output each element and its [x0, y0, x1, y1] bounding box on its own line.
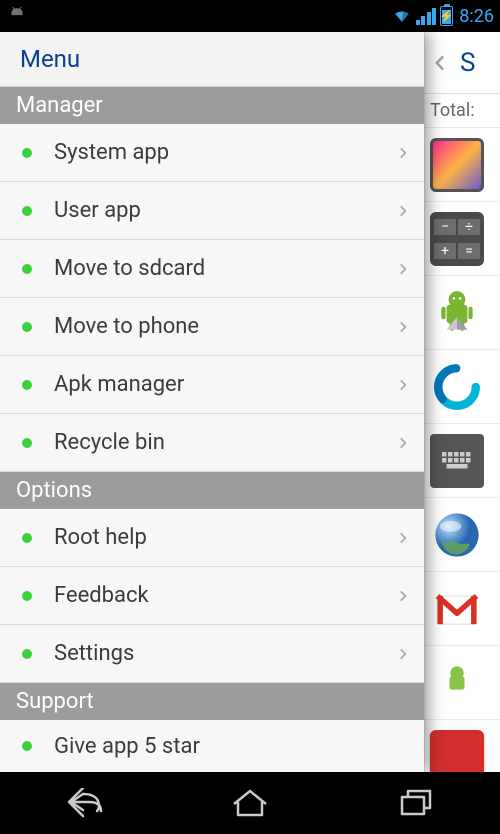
- chevron-right-icon: [396, 141, 410, 165]
- app-row[interactable]: [424, 424, 500, 498]
- app-row[interactable]: − ÷ + =: [424, 202, 500, 276]
- bullet-icon: [22, 148, 32, 158]
- main-title-letter: S: [460, 48, 475, 78]
- menu-label: Root help: [54, 525, 396, 550]
- chevron-right-icon: [396, 642, 410, 666]
- android-icon: [6, 5, 28, 27]
- app-list: − ÷ + =: [424, 128, 500, 772]
- app-icon-calculator: − ÷ + =: [430, 212, 484, 266]
- chevron-right-icon: [396, 584, 410, 608]
- menu-label: Give app 5 star: [54, 734, 410, 759]
- menu-item-feedback[interactable]: Feedback: [0, 567, 424, 625]
- section-header-options: Options: [0, 472, 424, 509]
- app-icon-android-small: [430, 656, 484, 710]
- main-panel-underlay: S Total: − ÷ + =: [424, 32, 500, 772]
- navigation-bar: [0, 772, 500, 834]
- app-row[interactable]: [424, 572, 500, 646]
- main-header: S: [424, 32, 500, 94]
- nav-home-icon: [230, 788, 270, 818]
- menu-item-move-to-sdcard[interactable]: Move to sdcard: [0, 240, 424, 298]
- menu-label: Recycle bin: [54, 430, 396, 455]
- menu-item-user-app[interactable]: User app: [0, 182, 424, 240]
- app-icon-earth: [430, 508, 484, 562]
- app-row[interactable]: [424, 276, 500, 350]
- chevron-right-icon: [396, 257, 410, 281]
- chevron-right-icon: [396, 315, 410, 339]
- wifi-icon: [392, 7, 412, 25]
- bullet-icon: [22, 741, 32, 751]
- chevron-right-icon: [396, 373, 410, 397]
- menu-label: Feedback: [54, 583, 396, 608]
- bullet-icon: [22, 533, 32, 543]
- app-icon-android-box: [430, 286, 484, 340]
- bullet-icon: [22, 264, 32, 274]
- bullet-icon: [22, 649, 32, 659]
- menu-label: Move to phone: [54, 314, 396, 339]
- drawer-title: Menu: [20, 45, 80, 73]
- app-row[interactable]: [424, 720, 500, 772]
- nav-back-icon: [61, 788, 105, 818]
- bullet-icon: [22, 438, 32, 448]
- menu-item-apk-manager[interactable]: Apk manager: [0, 356, 424, 414]
- app-row[interactable]: [424, 498, 500, 572]
- menu-item-move-to-phone[interactable]: Move to phone: [0, 298, 424, 356]
- app-row[interactable]: [424, 646, 500, 720]
- section-header-support: Support: [0, 683, 424, 720]
- status-bar: ⚡ 8:26: [0, 0, 500, 32]
- battery-charging-icon: ⚡: [440, 6, 453, 26]
- menu-label: Settings: [54, 641, 396, 666]
- drawer-menu: Menu Manager System app User app Move to…: [0, 32, 424, 772]
- bullet-icon: [22, 380, 32, 390]
- nav-home-button[interactable]: [215, 781, 285, 825]
- menu-item-give-5-star[interactable]: Give app 5 star: [0, 720, 424, 772]
- app-icon-swirl: [430, 360, 484, 414]
- nav-recent-button[interactable]: [382, 781, 452, 825]
- clock: 8:26: [459, 6, 494, 27]
- menu-item-settings[interactable]: Settings: [0, 625, 424, 683]
- chevron-right-icon: [396, 526, 410, 550]
- drawer-header: Menu: [0, 32, 424, 87]
- section-header-manager: Manager: [0, 87, 424, 124]
- signal-icon: [416, 7, 437, 25]
- bullet-icon: [22, 591, 32, 601]
- app-row[interactable]: [424, 128, 500, 202]
- app-icon-gallery: [430, 138, 484, 192]
- bullet-icon: [22, 322, 32, 332]
- nav-recent-icon: [397, 788, 437, 818]
- menu-item-root-help[interactable]: Root help: [0, 509, 424, 567]
- main-subheader: Total:: [424, 94, 500, 128]
- total-label: Total:: [430, 100, 475, 121]
- nav-back-button[interactable]: [48, 781, 118, 825]
- app-icon-mail: [430, 582, 484, 636]
- app-icon-keyboard: [430, 434, 484, 488]
- chevron-left-icon[interactable]: [430, 48, 450, 78]
- menu-label: Move to sdcard: [54, 256, 396, 281]
- menu-item-recycle-bin[interactable]: Recycle bin: [0, 414, 424, 472]
- menu-label: User app: [54, 198, 396, 223]
- app-row[interactable]: [424, 350, 500, 424]
- chevron-right-icon: [396, 431, 410, 455]
- menu-item-system-app[interactable]: System app: [0, 124, 424, 182]
- menu-label: Apk manager: [54, 372, 396, 397]
- app-icon-red: [430, 730, 484, 773]
- chevron-right-icon: [396, 199, 410, 223]
- menu-label: System app: [54, 140, 396, 165]
- bullet-icon: [22, 206, 32, 216]
